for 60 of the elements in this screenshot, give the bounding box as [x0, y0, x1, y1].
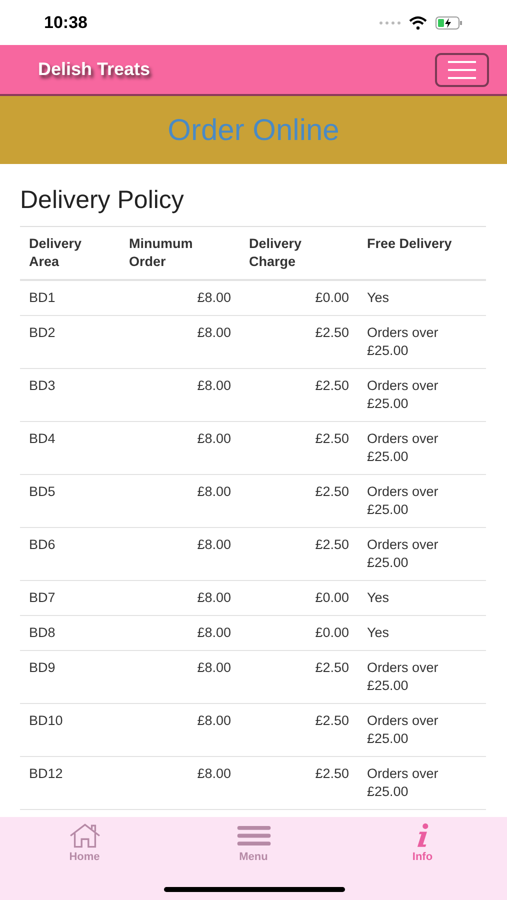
table-cell-text: Orders over £25.00: [367, 764, 440, 800]
table-cell: BD1: [29, 288, 56, 306]
table-cell: BD9: [29, 658, 56, 676]
table-cell: £0.00: [315, 288, 349, 306]
table-cell: £0.00: [315, 588, 349, 606]
table-cell: Yes: [367, 624, 390, 642]
wifi-icon: [409, 16, 427, 30]
table-cell: BD10: [29, 712, 63, 730]
table-cell: £8.00: [197, 536, 231, 554]
table-cell: BD12: [29, 764, 63, 782]
table-cell: £2.50: [315, 764, 349, 782]
table-cell: BD8: [29, 624, 56, 642]
table-cell-text: Orders over £25.00: [367, 430, 440, 466]
table-cell: £8.00: [197, 764, 231, 782]
table-cell: £2.50: [315, 536, 349, 554]
table-cell: £8.00: [197, 482, 231, 500]
menu-button[interactable]: [435, 52, 489, 86]
table-cell: £2.50: [315, 712, 349, 730]
table-cell-text: Orders over £25.00: [367, 376, 440, 412]
table-cell: BD6: [29, 536, 56, 554]
menu-icon: [236, 823, 270, 848]
status-time: 10:38: [44, 12, 88, 34]
brand-title[interactable]: Delish Treats: [38, 56, 150, 83]
table-cell: £8.00: [197, 712, 231, 730]
table-cell: BD4: [29, 430, 56, 448]
section-title: Delivery Policy: [20, 185, 185, 216]
tab-item[interactable]: Info: [382, 823, 462, 865]
signal-icon: [379, 20, 401, 24]
table-cell: £2.50: [315, 658, 349, 676]
banner-title: Order Online: [168, 112, 340, 148]
column-header: Delivery Area: [29, 234, 83, 270]
table-cell: £2.50: [315, 376, 349, 394]
table-cell: £2.50: [315, 430, 349, 448]
table-cell: BD7: [29, 588, 56, 606]
table-cell: Yes: [367, 588, 390, 606]
table-cell: £8.00: [197, 376, 231, 394]
tab-item[interactable]: Home: [44, 823, 124, 865]
column-header: Delivery Charge: [249, 234, 303, 270]
table-cell-text: Orders over £25.00: [367, 658, 440, 694]
table-cell: £8.00: [197, 624, 231, 642]
table-cell: BD3: [29, 376, 56, 394]
battery-icon: [435, 16, 463, 30]
table-cell: £8.00: [197, 288, 231, 306]
table-cell: £2.50: [315, 324, 349, 342]
table-cell-text: Orders over £25.00: [367, 712, 440, 748]
table-cell-text: Orders over £25.00: [367, 536, 440, 572]
table-cell: £8.00: [197, 324, 231, 342]
tab-item[interactable]: Menu: [214, 823, 294, 865]
table-cell: £8.00: [197, 430, 231, 448]
column-header: Free Delivery: [367, 234, 453, 252]
table-cell: Yes: [367, 288, 390, 306]
column-header: Minumum Order: [129, 234, 194, 270]
table-cell-text: Orders over £25.00: [367, 482, 440, 518]
table-cell: £2.50: [315, 482, 349, 500]
table-cell: £0.00: [315, 624, 349, 642]
table-cell: BD5: [29, 482, 56, 500]
table-cell: £8.00: [197, 588, 231, 606]
table-cell: BD2: [29, 324, 56, 342]
table-cell-text: Orders over £25.00: [367, 324, 440, 360]
table-cell: £8.00: [197, 658, 231, 676]
